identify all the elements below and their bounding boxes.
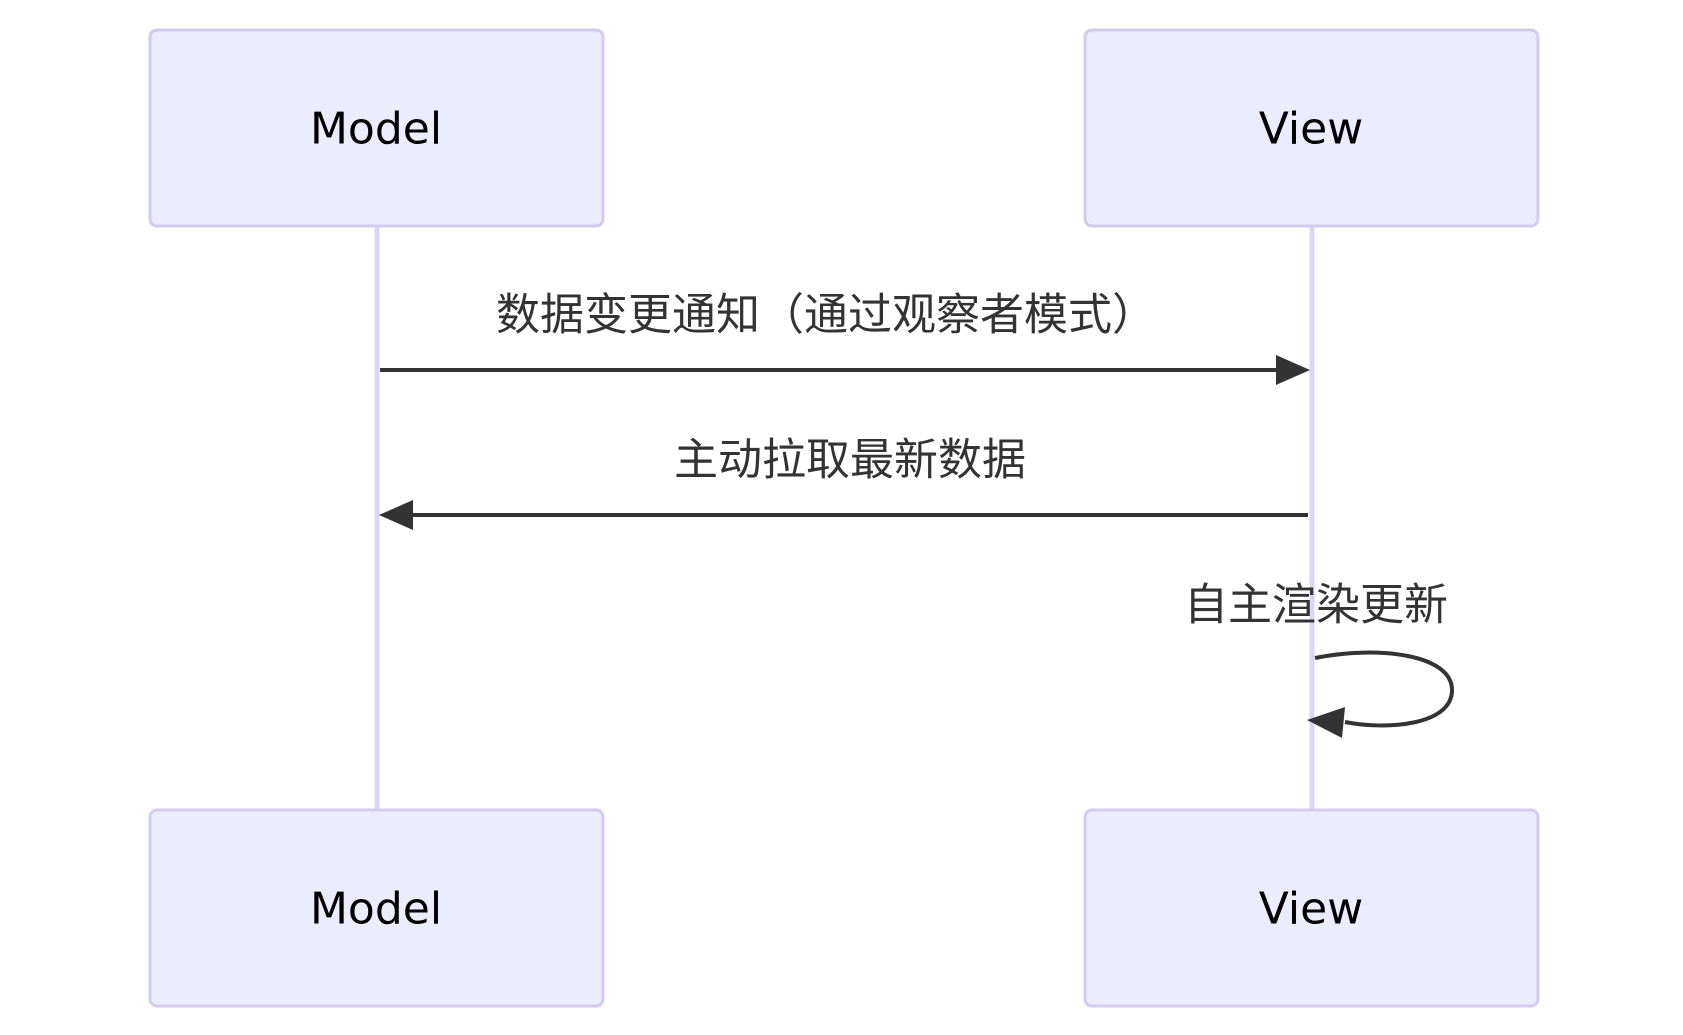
message-view-self: 自主渲染更新	[1184, 580, 1455, 738]
sequence-diagram: Model View 数据变更通知（通过观察者模式） 主动拉取最新数据 自主渲染…	[148, 28, 1540, 1008]
message-label-1: 数据变更通知（通过观察者模式）	[496, 290, 1156, 341]
actor-view-top: View	[1083, 28, 1540, 228]
arrow-head-right	[1276, 355, 1310, 385]
actor-view-bottom-label: View	[1259, 884, 1363, 935]
actor-model-bottom: Model	[148, 808, 605, 1008]
message-label-3: 自主渲染更新	[1184, 580, 1448, 631]
actor-model-bottom-label: Model	[310, 884, 442, 935]
actor-model-top: Model	[148, 28, 605, 228]
actor-view-top-label: View	[1259, 104, 1363, 155]
message-view-to-model: 主动拉取最新数据	[379, 435, 1308, 530]
arrow-head-left	[379, 500, 413, 530]
actor-model-top-label: Model	[310, 104, 442, 155]
actor-view-bottom: View	[1083, 808, 1540, 1008]
message-label-2: 主动拉取最新数据	[674, 435, 1026, 486]
message-model-to-view: 数据变更通知（通过观察者模式）	[380, 290, 1310, 385]
